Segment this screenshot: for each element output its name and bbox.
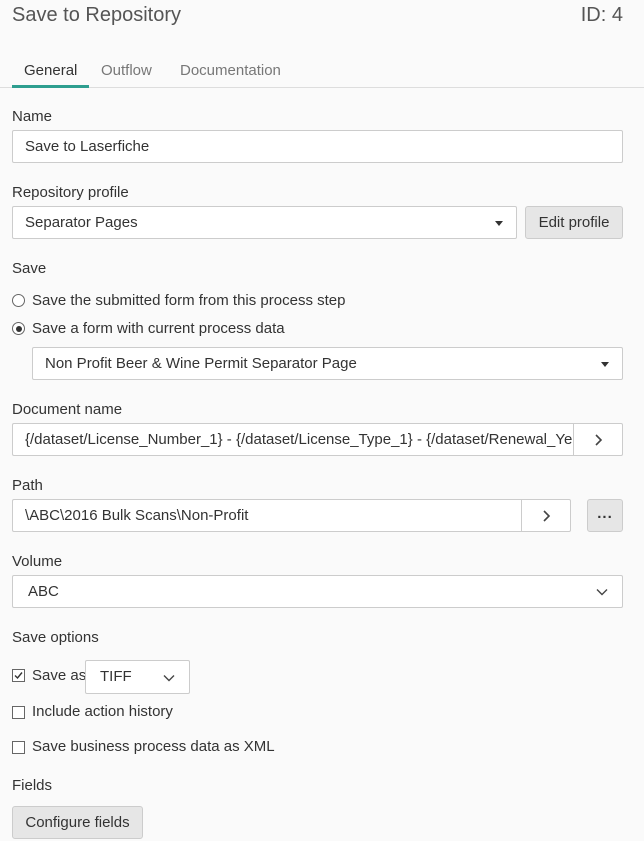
fields-label: Fields <box>12 777 53 794</box>
repository-profile-select[interactable]: Separator Pages <box>12 206 517 239</box>
chevron-down-icon <box>596 589 608 596</box>
tab-general[interactable]: General <box>24 62 77 85</box>
radio-save-current-label: Save a form with current process data <box>32 320 285 337</box>
chevron-down-icon <box>163 675 175 682</box>
chevron-right-icon <box>543 510 551 522</box>
repository-profile-label: Repository profile <box>12 184 129 201</box>
save-as-checkbox[interactable] <box>12 669 25 682</box>
save-label: Save <box>12 260 47 277</box>
caret-down-icon <box>601 362 609 367</box>
format-select[interactable]: TIFF <box>85 660 190 694</box>
document-name-token-button[interactable] <box>573 423 623 456</box>
form-select-value: Non Profit Beer & Wine Permit Separator … <box>45 355 357 372</box>
radio-save-submitted-label: Save the submitted form from this proces… <box>32 292 346 309</box>
volume-value: ABC <box>28 583 59 600</box>
edit-profile-button[interactable]: Edit profile <box>525 206 623 239</box>
path-label: Path <box>12 477 43 494</box>
include-history-checkbox[interactable] <box>12 706 25 719</box>
name-input[interactable]: Save to Laserfiche <box>12 130 623 163</box>
chevron-right-icon <box>595 434 603 446</box>
save-options-label: Save options <box>12 629 99 646</box>
volume-select[interactable]: ABC <box>12 575 623 608</box>
document-name-label: Document name <box>12 401 123 418</box>
format-value: TIFF <box>100 668 132 685</box>
path-token-button[interactable] <box>521 499 571 532</box>
tab-documentation[interactable]: Documentation <box>180 62 281 85</box>
repository-profile-value: Separator Pages <box>25 214 138 231</box>
path-input[interactable]: \ABC\2016 Bulk Scans\Non-Profit <box>12 499 522 532</box>
caret-down-icon <box>495 221 503 226</box>
page-title: Save to Repository <box>12 4 181 26</box>
radio-save-submitted[interactable] <box>12 294 25 307</box>
tab-bar: General Outflow Documentation <box>0 56 644 88</box>
document-name-input[interactable]: {/dataset/License_Number_1} - {/dataset/… <box>12 423 574 456</box>
save-xml-label: Save business process data as XML <box>32 738 275 755</box>
radio-save-current[interactable] <box>12 322 25 335</box>
name-label: Name <box>12 108 53 125</box>
save-as-label: Save as <box>32 667 87 684</box>
form-select[interactable]: Non Profit Beer & Wine Permit Separator … <box>32 347 623 380</box>
include-history-label: Include action history <box>32 703 173 720</box>
browse-path-button[interactable]: ... <box>587 499 623 532</box>
active-tab-indicator <box>12 85 89 88</box>
save-xml-checkbox[interactable] <box>12 741 25 754</box>
header: Save to Repository ID: 4 <box>0 0 644 40</box>
step-id-label: ID: 4 <box>580 4 623 26</box>
tab-outflow[interactable]: Outflow <box>101 62 152 85</box>
volume-label: Volume <box>12 553 63 570</box>
configure-fields-button[interactable]: Configure fields <box>12 806 143 839</box>
checkmark-icon <box>14 672 23 680</box>
